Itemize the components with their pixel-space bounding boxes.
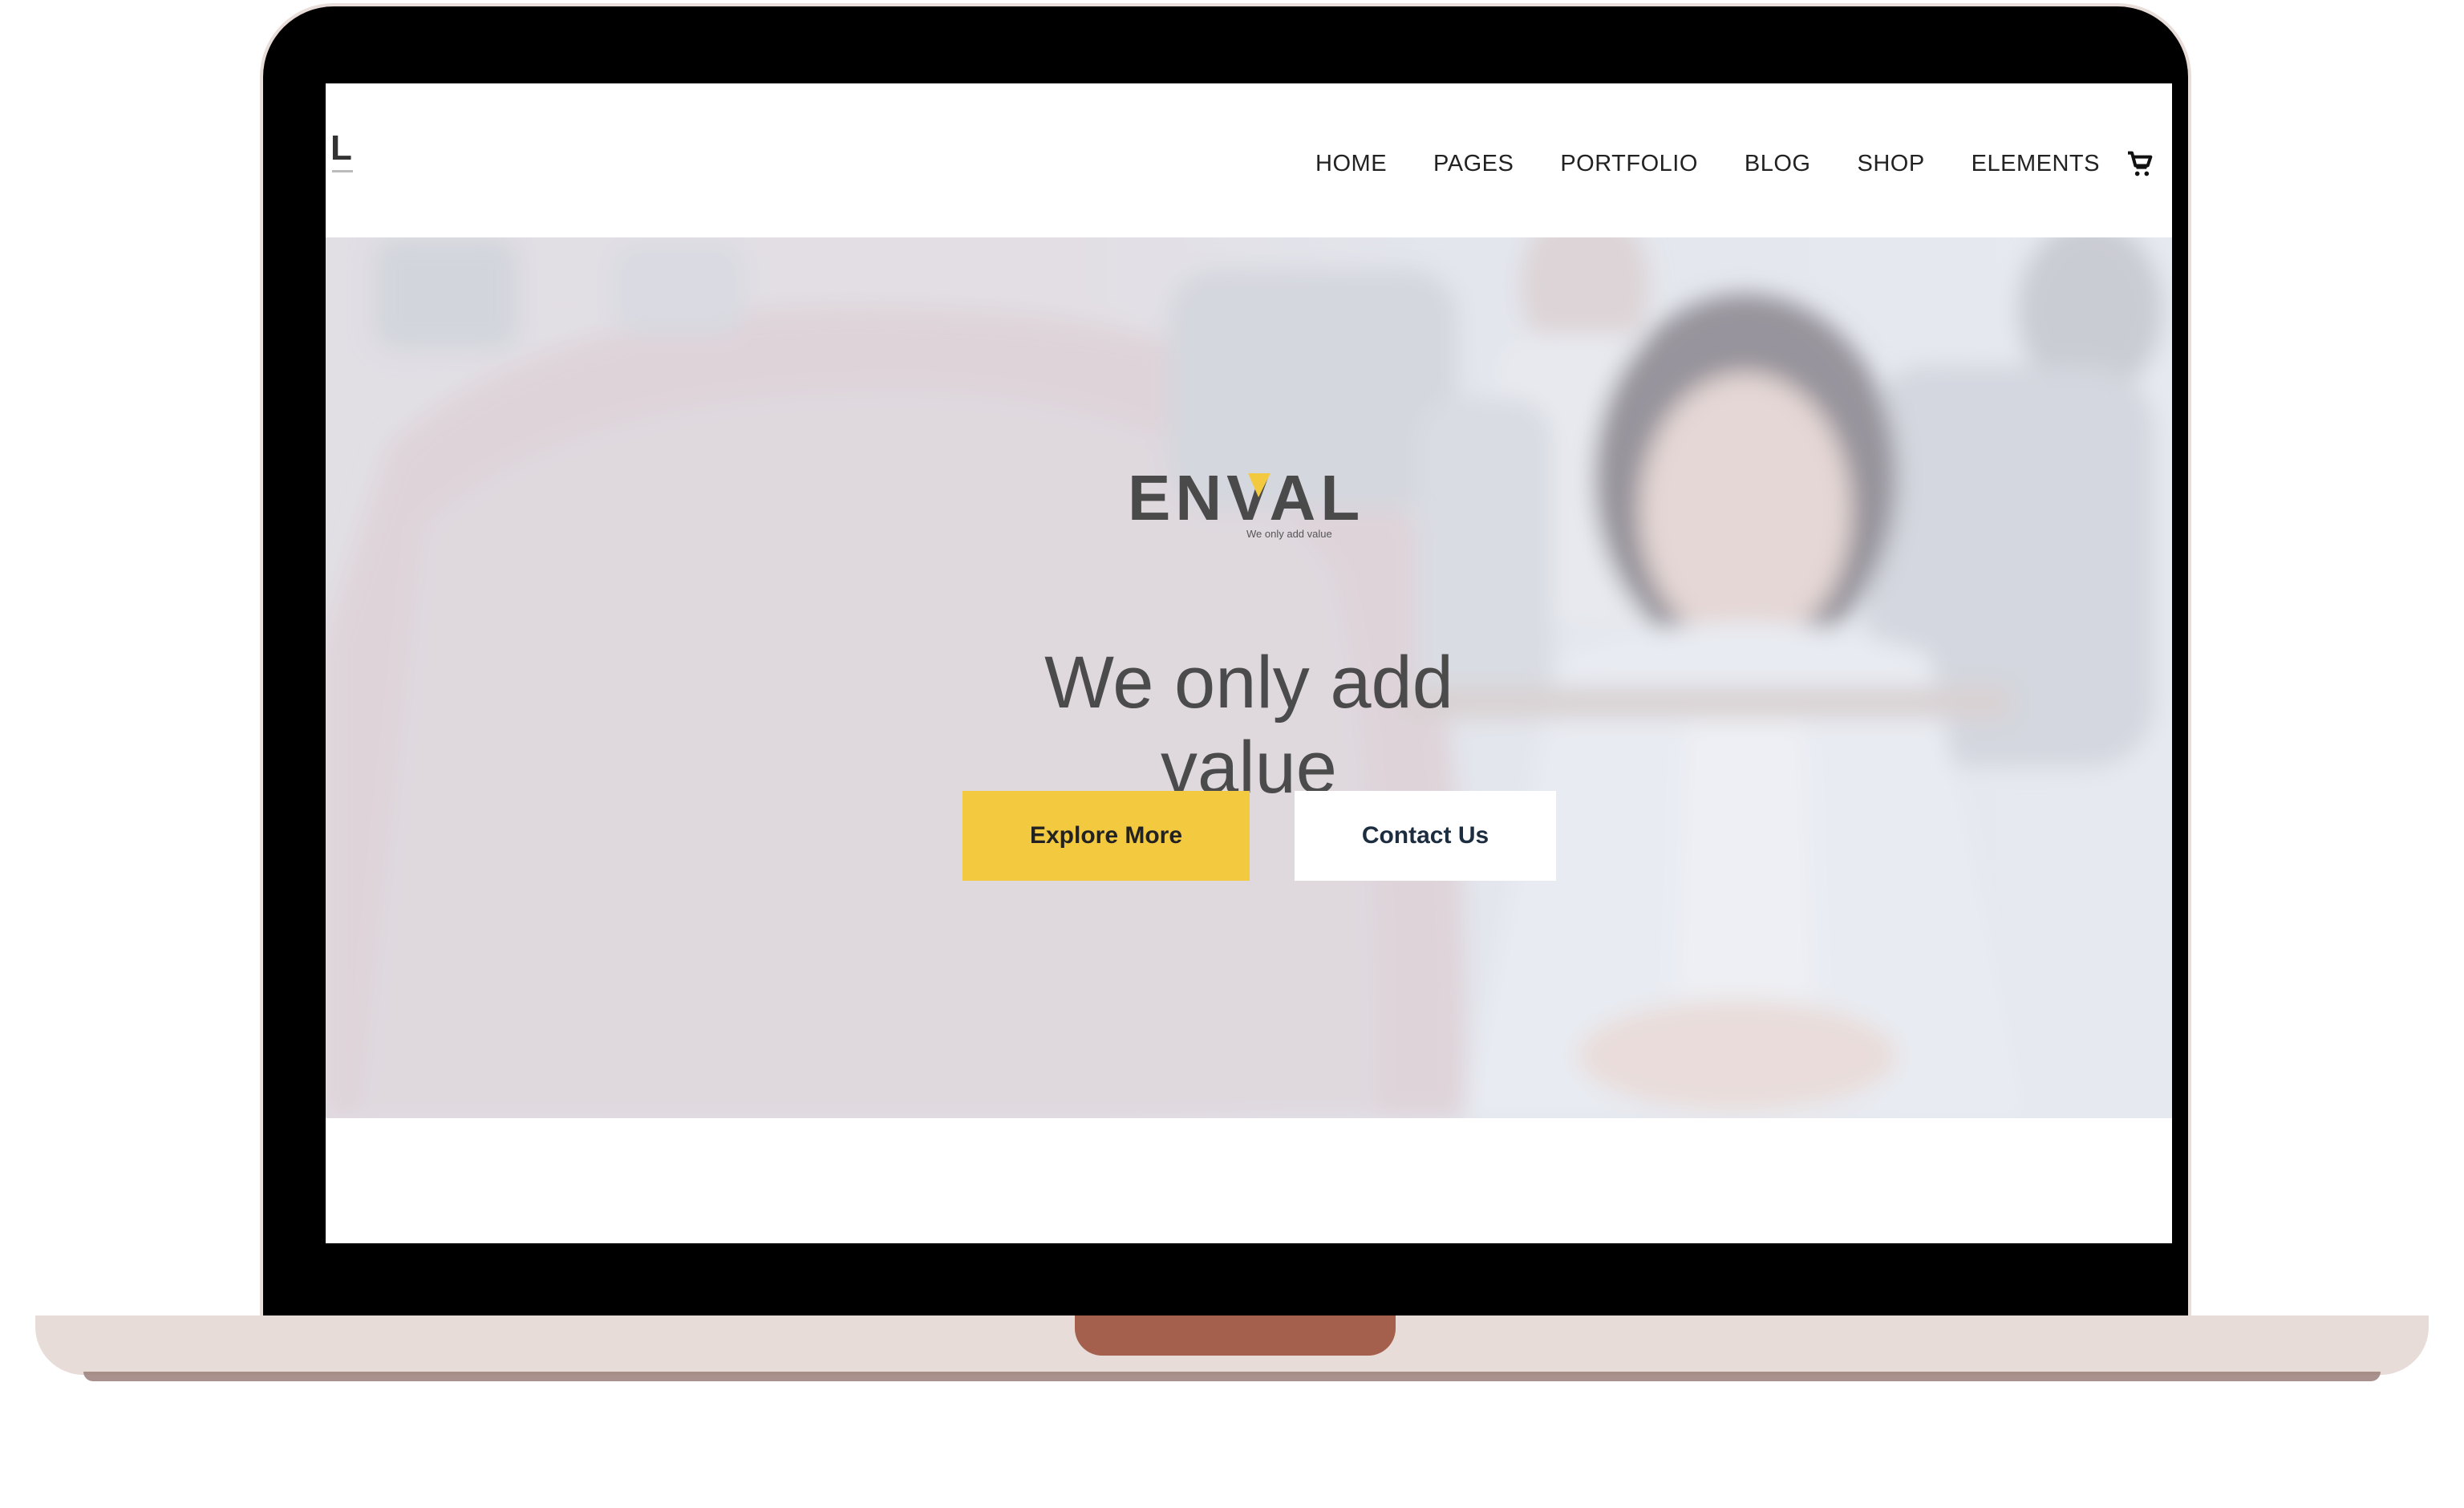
site-header: L HOME PAGES PORTFOLIO BLOG SHOP ELEMENT… [326,83,2172,237]
laptop-base-shadow [83,1372,2381,1381]
cart-icon[interactable] [2124,148,2156,180]
nav-item-pages[interactable]: PAGES [1433,151,1514,177]
hero-content: ENVAL We only add value We only add valu… [326,237,2172,1118]
hero-section: ENVAL We only add value We only add valu… [326,237,2172,1118]
nav-item-portfolio[interactable]: PORTFOLIO [1560,151,1698,177]
main-nav: HOME PAGES PORTFOLIO BLOG SHOP ELEMENTS [1315,148,2156,180]
contact-us-button[interactable]: Contact Us [1295,791,1556,881]
site-logo-tagline-mark [332,170,353,172]
hero-brand-tagline: We only add value [1246,528,1332,540]
explore-more-button[interactable]: Explore More [962,791,1250,881]
hero-brand-logo: ENVAL We only add value [1128,462,1368,542]
nav-item-blog[interactable]: BLOG [1745,151,1811,177]
site-logo[interactable]: L [330,128,354,168]
nav-item-elements[interactable]: ELEMENTS [1972,151,2100,177]
nav-item-home[interactable]: HOME [1315,151,1387,177]
nav-item-shop[interactable]: SHOP [1857,151,1924,177]
laptop-screen: L HOME PAGES PORTFOLIO BLOG SHOP ELEMENT… [326,83,2172,1243]
laptop-notch [1075,1315,1396,1356]
svg-text:ENVAL: ENVAL [1128,462,1364,533]
hero-title: We only add value [1044,641,1453,809]
